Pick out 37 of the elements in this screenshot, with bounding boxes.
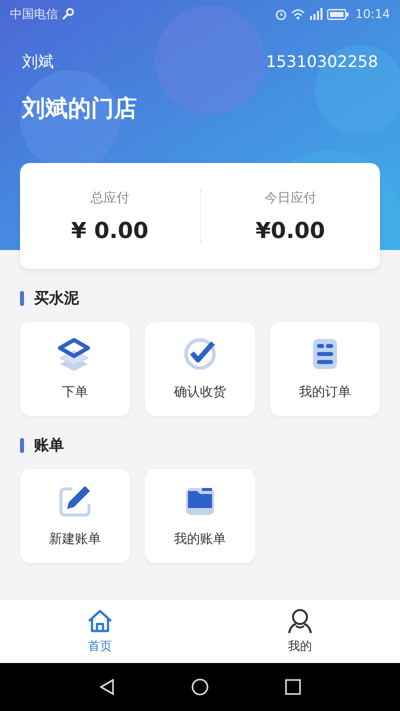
recents-icon (284, 678, 302, 696)
menu-tile[interactable]: 确认收货 (145, 322, 255, 416)
tab-item[interactable]: 首页 (70, 608, 130, 655)
menu-tile[interactable]: 下单 (20, 322, 130, 416)
tile-label: 我的订单 (299, 384, 351, 401)
tab-item[interactable]: 我的 (270, 608, 330, 655)
tile-label: 新建账单 (49, 531, 101, 548)
menu-tile[interactable]: 新建账单 (20, 469, 130, 563)
phone-number: 15310302258 (266, 52, 378, 73)
battery-icon (327, 8, 350, 20)
alarm-icon (275, 8, 288, 20)
back-icon (98, 678, 116, 696)
store-title: 刘斌的门店 (20, 95, 138, 124)
layers-icon (58, 337, 92, 371)
section-title: 账单 (34, 436, 64, 455)
pencil-icon (58, 484, 92, 518)
summary-amount: ¥0.00 (255, 218, 326, 244)
summary-label: 今日应付 (264, 190, 316, 206)
signal-icon (309, 8, 324, 20)
tile-label: 确认收货 (174, 384, 226, 401)
menu-tile[interactable]: 我的账单 (145, 469, 255, 563)
home-button-icon (190, 678, 209, 696)
wifi-icon (291, 8, 306, 20)
person-icon (286, 608, 314, 634)
section-marker (20, 291, 24, 306)
user-name: 刘斌 (22, 52, 54, 73)
section-marker (20, 438, 24, 453)
menu-tile[interactable]: 我的订单 (270, 322, 380, 416)
home-icon (86, 608, 114, 634)
summary-amount: ¥ 0.00 (71, 218, 148, 244)
check-circle-icon (183, 337, 217, 371)
section-title: 买水泥 (34, 289, 79, 308)
carrier-name: 中国电信 (10, 6, 58, 22)
tile-label: 我的账单 (174, 531, 226, 548)
summary-label: 总应付 (90, 190, 130, 206)
clock-time: 10:14 (355, 7, 390, 21)
tile-label: 下单 (62, 384, 88, 401)
